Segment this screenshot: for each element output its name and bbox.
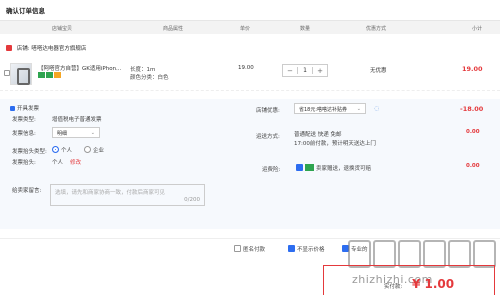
insurance-row[interactable]: 卖家赠送，退换货可赔 [296, 164, 371, 172]
invoice-checkbox[interactable] [10, 106, 15, 111]
quantity-input[interactable]: 1 [297, 67, 313, 74]
total-value: ¥ 1.00 [412, 277, 455, 291]
tag-icon [38, 72, 45, 78]
total-label: 实付款: [384, 284, 403, 290]
promo-value: 省18元:嗒嗒达补贴券 [299, 107, 348, 113]
shipping-label: 运送方式: [256, 134, 280, 140]
anonymous-checkbox[interactable] [234, 245, 241, 252]
radio-company[interactable]: 企业 [84, 146, 104, 154]
remark-label: 给卖家留言: [12, 188, 42, 194]
chevron-down-icon: ⌄ [90, 130, 95, 136]
radio-personal-label: 个人 [61, 148, 73, 154]
promo-select[interactable]: 省18元:嗒嗒达补贴券 ⌄ [294, 103, 366, 114]
tag-icon [46, 72, 53, 78]
invoice-content-value: 明细 [57, 131, 68, 137]
col-qty: 数量 [300, 26, 311, 32]
insurance-checkbox[interactable] [296, 164, 303, 171]
invoice-type-label: 发票类型: [12, 117, 36, 123]
col-discount: 优惠方式 [366, 26, 387, 32]
item-attr-length: 长度：1m [130, 67, 156, 73]
col-attr: 商品属性 [163, 26, 184, 32]
chevron-down-icon: ⌄ [356, 106, 361, 112]
invoice-type-value: 增值税电子普通发票 [52, 117, 102, 123]
total-box: 实付款: ¥ 1.00 [323, 265, 495, 295]
chat-icon[interactable]: ◌ [374, 105, 379, 112]
tag-icon [54, 72, 61, 78]
item-row [0, 56, 500, 91]
hide-price-option[interactable]: 不显示价格 [288, 245, 325, 253]
hide-price-checkbox[interactable] [288, 245, 295, 252]
item-attr-color: 颜色分类：白色 [130, 75, 169, 81]
item-discount: 无优惠 [370, 68, 387, 74]
insurance-text: 卖家赠送，退换货可赔 [316, 166, 372, 172]
col-item: 店铺宝贝 [52, 26, 73, 32]
item-subtotal: 19.00 [462, 65, 483, 73]
invoice-modify-link[interactable]: 修改 [70, 158, 81, 166]
invoice-title-value: 个人 [52, 160, 64, 166]
remark-textarea[interactable]: 选填，请先和商家协商一致，付款后商家可见 0/200 [50, 184, 205, 206]
minus-button[interactable]: − [283, 67, 297, 75]
store-name[interactable]: 嗒嗒达电器官方旗舰店 [31, 46, 86, 52]
remark-count: 0/200 [184, 197, 200, 203]
remark-placeholder: 选填，请先和商家协商一致，付款后商家可见 [55, 190, 166, 196]
item-name[interactable]: 【阿嗒官方自营】GK适用iPhon... [38, 64, 121, 72]
insurance-badge-icon [305, 164, 314, 171]
column-header: 店铺宝贝 商品属性 单价 数量 优惠方式 小计 [0, 20, 500, 34]
shipping-amount: 0.00 [466, 129, 480, 135]
anonymous-option[interactable]: 匿名付款 [234, 245, 265, 253]
item-price: 19.00 [238, 65, 254, 71]
shipping-method: 普通配送 快递 免邮 [294, 132, 342, 138]
invoice-title-label: 发票抬头: [12, 160, 36, 166]
invoice-content-select[interactable]: 明细 ⌄ [52, 127, 100, 138]
quantity-stepper[interactable]: − 1 + [282, 64, 328, 77]
col-price: 单价 [240, 26, 251, 32]
store-label: 店铺: [16, 46, 30, 52]
plus-button[interactable]: + [313, 67, 327, 75]
promo-amount: -18.00 [460, 105, 484, 113]
promo-label: 店铺优惠: [256, 108, 280, 114]
anonymous-label: 匿名付款 [243, 247, 266, 253]
item-thumbnail[interactable] [10, 63, 32, 85]
item-tags [38, 72, 62, 80]
insurance-label: 运费险: [262, 167, 281, 173]
store-icon [6, 45, 12, 51]
col-subtotal: 小计 [472, 26, 483, 32]
invoice-content-label: 发票信息: [12, 131, 36, 137]
page-title: 确认订单信息 [6, 7, 45, 15]
radio-company-label: 企业 [93, 148, 105, 154]
radio-personal[interactable]: 个人 [52, 146, 72, 154]
insurance-amount: 0.00 [466, 163, 480, 169]
hide-price-label: 不显示价格 [297, 247, 325, 253]
radio-icon[interactable] [84, 146, 91, 153]
invoice-header-label: 开具发票 [17, 106, 40, 112]
invoice-header[interactable]: 开具发票 [10, 104, 39, 112]
store-row[interactable]: 店铺: 嗒嗒达电器官方旗舰店 [6, 44, 86, 52]
shipping-eta: 17:00前付款，预计明天送达上门 [294, 141, 376, 147]
radio-icon[interactable] [52, 146, 59, 153]
invoice-title-type-label: 发票抬头类型: [12, 149, 47, 155]
